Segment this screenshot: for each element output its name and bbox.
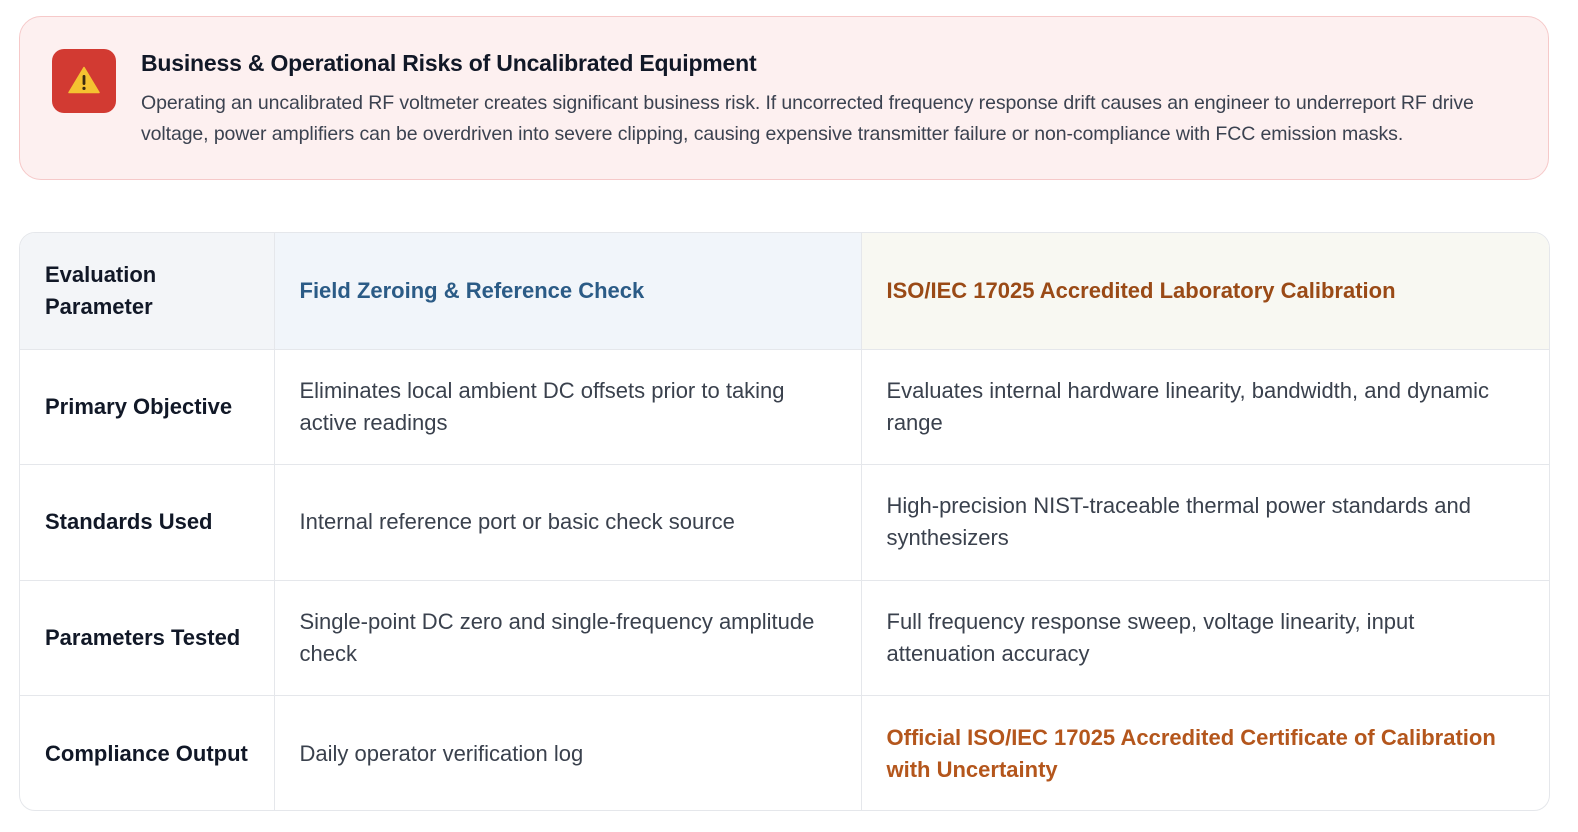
row-parameter: Parameters Tested <box>20 580 275 696</box>
row-iso-value: Evaluates internal hardware linearity, b… <box>861 349 1549 465</box>
alert-body: Operating an uncalibrated RF voltmeter c… <box>141 92 1474 145</box>
row-field-value: Internal reference port or basic check s… <box>274 464 862 581</box>
header-evaluation-parameter: Evaluation Parameter <box>20 233 275 350</box>
comparison-table: Evaluation Parameter Field Zeroing & Ref… <box>19 232 1550 811</box>
header-iso-calibration: ISO/IEC 17025 Accredited Laboratory Cali… <box>861 233 1549 350</box>
risk-alert: Business & Operational Risks of Uncalibr… <box>19 16 1549 180</box>
row-field-value: Daily operator verification log <box>274 695 862 810</box>
row-field-value: Single-point DC zero and single-frequenc… <box>274 580 862 696</box>
table-row: Primary Objective Eliminates local ambie… <box>20 349 1549 465</box>
row-parameter: Standards Used <box>20 464 275 581</box>
header-field-zeroing: Field Zeroing & Reference Check <box>274 233 862 350</box>
table-row: Standards Used Internal reference port o… <box>20 464 1549 581</box>
row-parameter: Primary Objective <box>20 349 275 465</box>
row-parameter: Compliance Output <box>20 695 275 810</box>
row-iso-value: High-precision NIST-traceable thermal po… <box>861 464 1549 581</box>
row-iso-value: Full frequency response sweep, voltage l… <box>861 580 1549 696</box>
alert-title: Business & Operational Risks of Uncalibr… <box>141 50 757 76</box>
row-field-value: Eliminates local ambient DC offsets prio… <box>274 349 862 465</box>
warning-triangle-icon <box>68 66 100 94</box>
table-row: Compliance Output Daily operator verific… <box>20 695 1549 810</box>
table-header-row: Evaluation Parameter Field Zeroing & Ref… <box>20 233 1549 350</box>
table-row: Parameters Tested Single-point DC zero a… <box>20 580 1549 696</box>
row-iso-value-certificate: Official ISO/IEC 17025 Accredited Certif… <box>886 724 1496 782</box>
warning-icon-badge <box>52 49 116 113</box>
